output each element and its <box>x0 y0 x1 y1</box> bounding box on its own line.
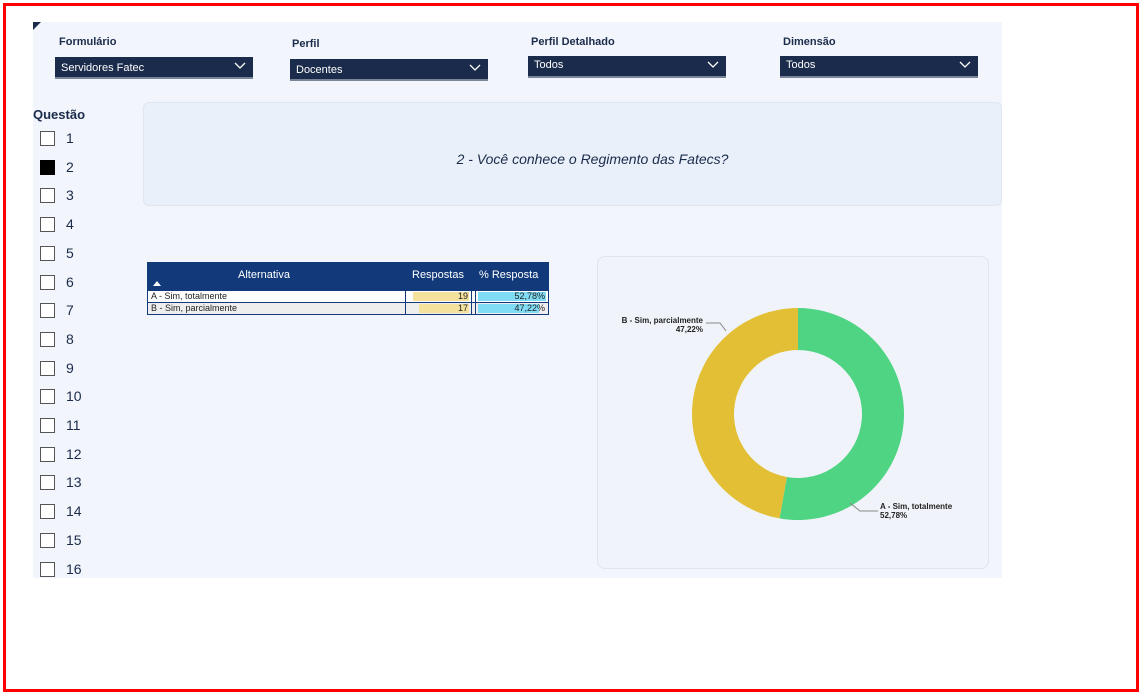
perfil-detalhado-value: Todos <box>534 59 564 71</box>
donut-slice-b[interactable] <box>691 308 798 519</box>
formulario-label: Formulário <box>59 36 117 48</box>
perfil-detalhado-dropdown[interactable]: Todos <box>528 56 726 78</box>
dimensao-label: Dimensão <box>783 36 836 48</box>
questao-title: Questão <box>33 107 86 122</box>
header-alternativa[interactable]: Alternativa <box>238 269 290 281</box>
table-body: A - Sim, totalmente 19 52,78% B - Sim, parc… <box>147 291 549 315</box>
questao-item-label: 2 <box>66 158 74 175</box>
formulario-dropdown[interactable]: Servidores Fatec <box>55 57 253 79</box>
column-divider <box>405 291 406 302</box>
pct-value: 47,22% <box>514 303 545 313</box>
checkbox[interactable] <box>40 217 55 233</box>
questao-item-label: 5 <box>66 244 74 261</box>
checkbox[interactable] <box>40 245 55 261</box>
chevron-down-icon <box>707 61 719 68</box>
cell-alternativa: B - Sim, parcialmente <box>151 303 238 313</box>
perfil-detalhado-label: Perfil Detalhado <box>531 36 615 48</box>
donut-chart <box>691 308 904 520</box>
checkbox[interactable] <box>40 504 55 520</box>
cell-respostas: 17 <box>411 303 471 314</box>
questao-item-label: 12 <box>66 445 82 462</box>
perfil-dropdown[interactable]: Docentes <box>290 59 488 81</box>
label-b: B - Sim, parcialmente 47,22% <box>611 316 703 334</box>
questao-item-label: 1 <box>66 130 74 146</box>
label-b-value: 47,22% <box>675 325 703 334</box>
questao-item-label: 8 <box>66 330 74 347</box>
questao-item-label: 15 <box>66 531 82 548</box>
checkbox[interactable] <box>40 303 55 319</box>
cell-resposta-pct: 52,78% <box>475 291 548 302</box>
questao-item-label: 9 <box>66 359 74 376</box>
table-row[interactable]: A - Sim, totalmente 19 52,78% <box>147 291 549 303</box>
checkbox[interactable] <box>40 475 55 491</box>
questao-item-label: 14 <box>66 503 82 520</box>
checkbox[interactable] <box>40 389 55 405</box>
questao-item-label: 11 <box>66 417 81 433</box>
perfil-value: Docentes <box>296 64 343 76</box>
column-divider <box>471 303 472 314</box>
donut-slice-a[interactable] <box>779 308 904 520</box>
questao-item-label: 6 <box>66 273 74 290</box>
sort-up-icon[interactable] <box>153 281 161 286</box>
label-a: A - Sim, totalmente 52,78% <box>880 502 952 520</box>
questao-item-label: 10 <box>66 388 82 405</box>
corner-marker <box>33 22 41 30</box>
pct-value: 52,78% <box>514 291 545 301</box>
cell-respostas: 19 <box>411 291 471 302</box>
questao-item-label: 3 <box>66 187 74 204</box>
answers-table: Alternativa Respostas % Resposta A - Sim… <box>147 262 549 315</box>
checkbox[interactable] <box>40 131 55 146</box>
respostas-value: 17 <box>457 303 468 313</box>
questao-item-label: 4 <box>66 216 74 233</box>
checkbox[interactable] <box>40 446 55 462</box>
checkbox[interactable] <box>40 418 55 433</box>
perfil-label: Perfil <box>292 38 320 50</box>
checkbox[interactable] <box>40 159 55 175</box>
label-a-value: 52,78% <box>880 511 908 520</box>
questao-item-label: 7 <box>66 302 74 319</box>
question-text: 2 - Você conhece o Regimento das Fatecs? <box>456 151 729 167</box>
questao-item-label: 16 <box>66 560 82 577</box>
checkbox[interactable] <box>40 274 55 290</box>
formulario-value: Servidores Fatec <box>61 62 145 74</box>
chart-card: B - Sim, parcialmente 47,22% A - Sim, to… <box>597 256 989 569</box>
cell-resposta-pct: 47,22% <box>475 303 548 314</box>
header-respostas[interactable]: Respostas <box>412 269 464 281</box>
label-a-name: A - Sim, totalmente <box>880 502 953 511</box>
respostas-value: 19 <box>457 291 468 301</box>
checkbox[interactable] <box>40 532 55 548</box>
checkbox[interactable] <box>40 331 55 347</box>
questao-item-label: 13 <box>66 474 82 491</box>
dimensao-value: Todos <box>786 59 816 71</box>
checkbox[interactable] <box>40 188 55 204</box>
dimensao-dropdown[interactable]: Todos <box>780 56 978 78</box>
column-divider <box>471 291 472 302</box>
header-resposta-pct[interactable]: % Resposta <box>479 269 538 281</box>
checkbox[interactable] <box>40 561 55 577</box>
chevron-down-icon <box>234 62 246 69</box>
label-b-name: B - Sim, parcialmente <box>621 316 703 325</box>
question-card: 2 - Você conhece o Regimento das Fatecs? <box>143 102 1002 206</box>
chevron-down-icon <box>959 61 971 68</box>
checkbox[interactable] <box>40 360 55 376</box>
column-divider <box>405 303 406 314</box>
table-header: Alternativa Respostas % Resposta <box>147 262 549 291</box>
leader-line <box>849 502 878 512</box>
cell-alternativa: A - Sim, totalmente <box>151 291 228 301</box>
table-row[interactable]: B - Sim, parcialmente 17 47,22% <box>147 303 549 315</box>
chevron-down-icon <box>469 64 481 71</box>
leader-line <box>706 322 727 332</box>
